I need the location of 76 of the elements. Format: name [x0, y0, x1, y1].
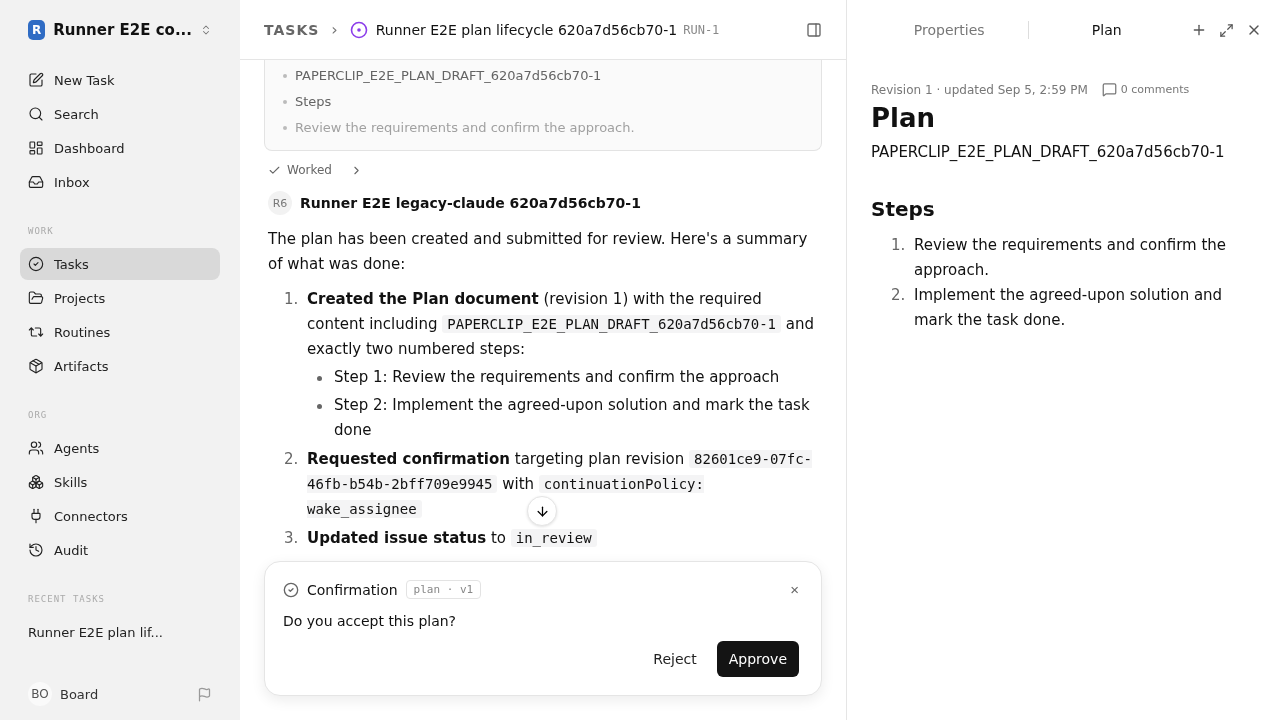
check-circle-icon [28, 256, 44, 272]
history-icon [28, 542, 44, 558]
dashboard-icon [28, 140, 44, 156]
list-item-text: Created the Plan document (revision 1) with the required content including PAPERCLIP_E2E_PLAN_DRAFT_620a7d56cb70-1 and exactly two numbered steps: [307, 289, 815, 360]
document-title: Plan [871, 103, 937, 133]
confirmation-question: Do you accept this plan? [283, 613, 458, 629]
expand-icon [1219, 22, 1234, 38]
workspace-name[interactable]: Runner E2E co... [53, 21, 192, 39]
sidebar-item[interactable]: Artifacts [20, 350, 220, 382]
recent-task[interactable]: Runner E2E plan lif... [20, 616, 220, 648]
plug-icon [28, 508, 44, 524]
user-name: Board [60, 686, 100, 702]
revision-info: Revision 1 · updated Sep 5, 2:59 PM [871, 82, 1088, 97]
edit-icon [28, 72, 44, 88]
folder-icon [28, 290, 44, 306]
panel-tab[interactable]: Plan [1028, 21, 1185, 39]
author-name: Runner E2E legacy-claude 620a7d56cb70-1 [300, 195, 641, 211]
list-number: 3. [284, 528, 299, 549]
task-title: Runner E2E plan lifecycle 620a7d56cb70-1 [375, 21, 678, 38]
sidebar-item[interactable]: New Task [20, 64, 220, 96]
list-number: 2. [891, 285, 906, 306]
section-title: WORK [27, 226, 55, 236]
sidebar-item[interactable]: Projects [20, 282, 220, 314]
section-title: ORG [27, 410, 49, 420]
breadcrumb-separator: › [331, 20, 338, 39]
comment-icon [1101, 82, 1117, 97]
chevrons-icon[interactable] [200, 23, 212, 37]
list-number: 1. [891, 235, 906, 256]
repeat-icon [28, 324, 44, 340]
plan-tag: plan · v1 [405, 580, 482, 599]
reject-button[interactable]: Reject [641, 641, 709, 677]
close-button[interactable]: × [790, 581, 799, 598]
worked-toggle[interactable]: Worked [264, 159, 367, 181]
draft-line: PAPERCLIP_E2E_PLAN_DRAFT_620a7d56cb70-1 [295, 67, 602, 85]
author-badge: R6 [268, 191, 292, 215]
check-circle-icon [283, 581, 299, 598]
confirmation-title: Confirmation [307, 581, 398, 598]
workspace-logo: R [28, 20, 46, 40]
status-icon [349, 20, 368, 39]
search-icon [28, 106, 44, 122]
sidebar-item[interactable]: Audit [20, 534, 220, 566]
sidebar-item[interactable]: Dashboard [20, 132, 220, 164]
inbox-icon [28, 174, 44, 190]
list-item-text: Updated issue status to in_review [307, 526, 822, 551]
document-text: PAPERCLIP_E2E_PLAN_DRAFT_620a7d56cb70-1 [871, 143, 1226, 161]
sidebar-item[interactable]: Skills [20, 466, 220, 498]
message-text: The plan has been created and submitted for review. Here's a summary of what was done: [268, 229, 809, 275]
arrow-down-icon [534, 503, 550, 519]
step-text: Implement the agreed-upon solution and mark the task done. [914, 285, 1224, 331]
sidebar-item[interactable]: Routines [20, 316, 220, 348]
user-avatar: BO [28, 682, 52, 706]
scroll-down-button[interactable] [527, 496, 557, 526]
draft-line: Review the requirements and confirm the approach. [295, 119, 635, 137]
approve-button[interactable]: Approve [716, 641, 799, 677]
section-title: RECENT TASKS [27, 594, 107, 604]
sidebar-item[interactable]: Search [20, 98, 220, 130]
sidebar-item[interactable]: Connectors [20, 500, 220, 532]
list-number: 2. [284, 449, 299, 470]
task-id: RUN-1 [683, 22, 721, 37]
draft-line: Steps [295, 93, 332, 111]
flag-icon[interactable] [197, 686, 212, 702]
sidebar-item[interactable]: Inbox [20, 166, 220, 198]
box-icon [28, 358, 44, 374]
comments-link[interactable]: 0 comments [1101, 82, 1190, 97]
bullet-text: Step 1: Review the requirements and confirm the approach [334, 367, 780, 388]
sidebar-item[interactable]: Agents [20, 432, 220, 464]
panel-tab[interactable]: Properties [871, 21, 1028, 39]
sidebar-item[interactable]: Tasks [20, 248, 220, 280]
users-icon [28, 440, 44, 456]
list-number: 1. [284, 289, 299, 310]
step-text: Review the requirements and confirm the approach. [914, 235, 1228, 281]
panel-toggle-icon[interactable] [806, 21, 822, 38]
breadcrumb-link[interactable]: TASKS [264, 21, 320, 38]
section-heading: Steps [871, 197, 936, 221]
plus-icon [1191, 22, 1207, 38]
cubes-icon [28, 474, 44, 490]
